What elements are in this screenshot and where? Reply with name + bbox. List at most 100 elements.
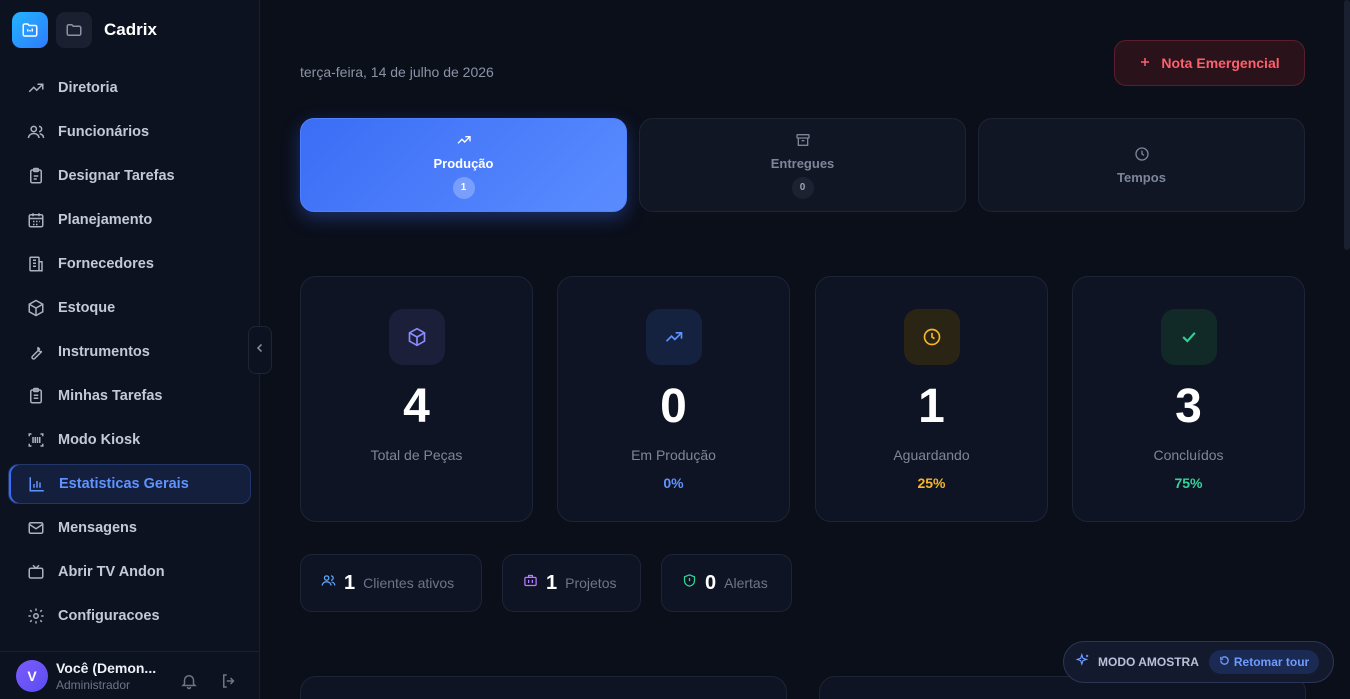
sidebar-item-planejamento[interactable]: Planejamento	[8, 200, 251, 240]
sidebar-item-designar-tarefas[interactable]: Designar Tarefas	[8, 156, 251, 196]
stat-card-concluidos: 3 Concluídos 75%	[1072, 276, 1305, 522]
sparkles-icon	[1075, 652, 1090, 672]
plus-icon	[1139, 55, 1151, 71]
chip-value: 1	[546, 571, 558, 594]
sidebar-item-label: Mensagens	[58, 520, 137, 536]
avatar[interactable]: V	[16, 659, 48, 692]
folder-icon[interactable]	[56, 12, 92, 48]
stat-percent: 25%	[917, 475, 946, 491]
bell-icon[interactable]	[180, 672, 198, 695]
chip-value: 1	[344, 571, 356, 594]
stat-value: 4	[403, 380, 430, 433]
sidebar-item-label: Designar Tarefas	[58, 168, 175, 184]
stat-label: Total de Peças	[370, 447, 463, 463]
tab-tempos[interactable]: Tempos	[978, 118, 1305, 212]
tv-icon	[26, 562, 46, 582]
stat-card-aguardando: 1 Aguardando 25%	[815, 276, 1048, 522]
sidebar-item-diretoria[interactable]: Diretoria	[8, 68, 251, 108]
main-content: terça-feira, 14 de julho de 2026 Nota Em…	[260, 0, 1350, 699]
tab-producao[interactable]: Produção 1	[300, 118, 627, 212]
resume-tour-button[interactable]: Retomar tour	[1208, 650, 1320, 674]
emergency-note-label: Nota Emergencial	[1161, 55, 1280, 71]
sidebar-item-label: Estoque	[58, 300, 116, 316]
sample-mode-bar: MODO AMOSTRA Retomar tour	[1063, 641, 1334, 683]
user-role: Administrador	[56, 677, 131, 692]
resume-tour-label: Retomar tour	[1233, 655, 1310, 669]
bar-chart-icon	[27, 474, 47, 494]
clock-icon	[1134, 146, 1150, 164]
sidebar-item-estatisticas-gerais[interactable]: Estatisticas Gerais	[8, 464, 251, 504]
chip-alertas[interactable]: 0 Alertas	[661, 554, 792, 612]
sidebar-item-label: Planejamento	[58, 212, 153, 228]
sidebar: Cadrix Diretoria Funcionários Designar T…	[0, 0, 260, 699]
sidebar-item-fornecedores[interactable]: Fornecedores	[8, 244, 251, 284]
sidebar-item-instrumentos[interactable]: Instrumentos	[8, 332, 251, 372]
stat-card-total-pecas: 4 Total de Peças	[300, 276, 533, 522]
scrollbar[interactable]	[1344, 0, 1350, 250]
stat-percent: 75%	[1174, 475, 1203, 491]
stat-value: 0	[660, 380, 687, 433]
sidebar-item-label: Diretoria	[58, 80, 118, 96]
logout-icon[interactable]	[220, 672, 238, 695]
app-logo-icon[interactable]	[12, 12, 48, 48]
tab-label: Tempos	[1117, 169, 1166, 185]
app-root: Cadrix Diretoria Funcionários Designar T…	[0, 0, 1350, 699]
chip-clientes-ativos[interactable]: 1 Clientes ativos	[300, 554, 482, 612]
user-info: Você (Demon... Administrador	[56, 660, 168, 692]
tab-label: Entregues	[770, 155, 835, 171]
tab-count-badge: 0	[791, 176, 814, 199]
tab-count-badge: 1	[452, 176, 475, 199]
sidebar-item-label: Modo Kiosk	[58, 432, 141, 448]
content-card	[300, 676, 787, 699]
sidebar-item-mensagens[interactable]: Mensagens	[8, 508, 251, 548]
sample-mode-label: MODO AMOSTRA	[1098, 655, 1199, 669]
sidebar-item-modo-kiosk[interactable]: Modo Kiosk	[8, 420, 251, 460]
sidebar-item-label: Abrir TV Andon	[58, 564, 165, 580]
rotate-icon	[1219, 655, 1230, 669]
users-icon	[26, 122, 46, 142]
stat-label: Concluídos	[1153, 447, 1224, 463]
brand: Cadrix	[12, 12, 157, 48]
building-icon	[26, 254, 46, 274]
tab-label: Produção	[433, 155, 494, 171]
stat-percent: 0%	[663, 475, 684, 491]
trending-up-icon	[456, 132, 472, 150]
sidebar-item-abrir-tv-andon[interactable]: Abrir TV Andon	[8, 552, 251, 592]
clipboard-icon	[26, 166, 46, 186]
users-icon	[321, 573, 336, 593]
mail-icon	[26, 518, 46, 538]
chip-projetos[interactable]: 1 Projetos	[502, 554, 641, 612]
sidebar-item-label: Funcionários	[58, 124, 150, 140]
chip-value: 0	[705, 571, 717, 594]
sidebar-nav: Diretoria Funcionários Designar Tarefas …	[8, 68, 251, 640]
clipboard-list-icon	[26, 386, 46, 406]
check-icon	[1160, 309, 1217, 365]
box-icon	[26, 298, 46, 318]
box-icon	[388, 309, 445, 365]
user-actions	[180, 672, 238, 695]
chip-label: Projetos	[565, 575, 617, 591]
shield-icon	[682, 573, 697, 593]
calendar-icon	[26, 210, 46, 230]
sidebar-item-label: Minhas Tarefas	[58, 388, 163, 404]
app-name: Cadrix	[104, 20, 157, 39]
wrench-icon	[26, 342, 46, 362]
user-name: Você (Demon...	[56, 659, 157, 676]
sidebar-item-label: Configuracoes	[58, 608, 160, 624]
tab-entregues[interactable]: Entregues 0	[639, 118, 966, 212]
emergency-note-button[interactable]: Nota Emergencial	[1114, 40, 1305, 86]
sidebar-item-label: Instrumentos	[58, 344, 150, 360]
archive-icon	[795, 132, 811, 150]
stat-label: Aguardando	[893, 447, 970, 463]
sidebar-item-configuracoes[interactable]: Configuracoes	[8, 596, 251, 636]
scan-icon	[26, 430, 46, 450]
sidebar-item-funcionarios[interactable]: Funcionários	[8, 112, 251, 152]
chip-label: Clientes ativos	[363, 575, 455, 591]
sidebar-item-label: Fornecedores	[58, 256, 154, 272]
user-panel: V Você (Demon... Administrador	[0, 651, 260, 699]
sidebar-item-minhas-tarefas[interactable]: Minhas Tarefas	[8, 376, 251, 416]
sidebar-item-label: Estatisticas Gerais	[59, 476, 189, 492]
sidebar-item-estoque[interactable]: Estoque	[8, 288, 251, 328]
clock-icon	[903, 309, 960, 365]
stat-card-em-producao: 0 Em Produção 0%	[557, 276, 790, 522]
